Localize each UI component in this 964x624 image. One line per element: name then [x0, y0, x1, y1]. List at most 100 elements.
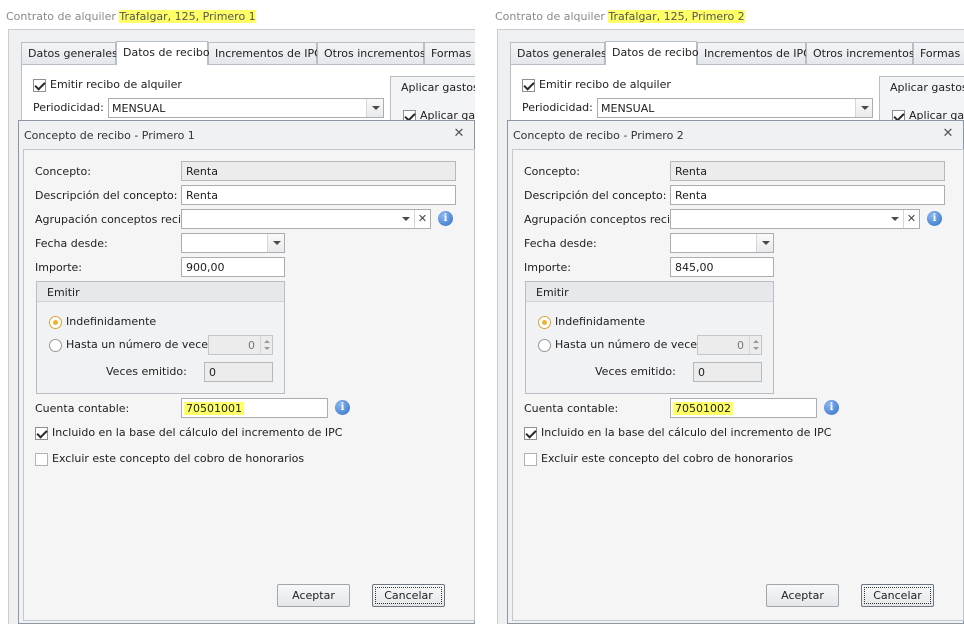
info-icon[interactable]: i [824, 400, 839, 415]
radio-dot[interactable] [49, 315, 62, 329]
veces-emitido-value: 0 [698, 366, 705, 379]
aceptar-button[interactable]: Aceptar [766, 584, 839, 607]
emitir-recibo-checkbox[interactable]: Emitir recibo de alquiler [33, 78, 182, 92]
dialog-title: Concepto de recibo - Primero 1 [24, 129, 195, 142]
emitir-group: Emitir Indefinidamente Hasta un número d… [525, 281, 774, 394]
periodicidad-value: MENSUAL [112, 102, 166, 115]
tab-otros-incrementos[interactable]: Otros incrementos [317, 42, 426, 64]
radio-indefinidamente[interactable]: Indefinidamente [49, 315, 156, 329]
veces-emitido-label: Veces emitido: [106, 365, 187, 378]
cancelar-button[interactable]: Cancelar [861, 584, 934, 607]
periodicidad-dropdown-button[interactable] [855, 99, 872, 117]
cuenta-contable-value: 70501002 [673, 402, 733, 415]
incluido-ipc-checkbox[interactable]: Incluido en la base del cálculo del incr… [524, 426, 831, 440]
periodicidad-value: MENSUAL [601, 102, 655, 115]
dialog-content: Concepto: Renta Descripción del concepto… [512, 149, 964, 621]
descripcion-input[interactable]: Renta [670, 185, 945, 205]
incluido-label: Incluido en la base del cálculo del incr… [541, 426, 832, 439]
tab-formas-de[interactable]: Formas de [913, 42, 964, 64]
clear-x-icon[interactable]: ✕ [903, 210, 919, 228]
cuenta-contable-input[interactable]: 70501002 [670, 398, 817, 418]
chevron-down-icon [372, 106, 380, 110]
stepper-arrows[interactable] [260, 336, 272, 354]
info-icon[interactable]: i [438, 211, 453, 226]
tab-incrementos-ipc[interactable]: Incrementos de IPC [697, 42, 811, 64]
stepper-arrows[interactable] [749, 336, 761, 354]
dialog-content: Concepto: Renta Descripción del concepto… [23, 149, 475, 621]
cuenta-contable-input[interactable]: 70501001 [181, 398, 328, 418]
importe-input[interactable]: 900,00 [181, 257, 285, 277]
importe-value: 845,00 [675, 261, 714, 274]
hasta-stepper[interactable]: 0 [208, 335, 273, 355]
fecha-desde-picker[interactable] [181, 233, 285, 253]
fecha-desde-picker[interactable] [670, 233, 774, 253]
descripcion-input[interactable]: Renta [181, 185, 456, 205]
checkbox-box[interactable] [524, 452, 537, 466]
hasta-label: Hasta un número de veces [555, 338, 703, 351]
radio-hasta-numero[interactable]: Hasta un número de veces [538, 338, 703, 352]
radio-indefinidamente[interactable]: Indefinidamente [538, 315, 645, 329]
window-title: Contrato de alquiler Trafalgar, 125, Pri… [6, 10, 256, 23]
hasta-stepper[interactable]: 0 [697, 335, 762, 355]
radio-hasta-numero[interactable]: Hasta un número de veces [49, 338, 214, 352]
info-icon[interactable]: i [927, 211, 942, 226]
importe-label: Importe: [35, 261, 82, 274]
tab-incrementos-ipc[interactable]: Incrementos de IPC [208, 42, 322, 64]
descripcion-label: Descripción del concepto: [35, 189, 178, 202]
agrupacion-select[interactable]: ✕ [670, 209, 920, 229]
periodicidad-select[interactable]: MENSUAL [597, 98, 873, 118]
close-icon[interactable]: ✕ [452, 127, 466, 141]
cuenta-contable-label: Cuenta contable: [524, 402, 619, 415]
clear-x-icon[interactable]: ✕ [414, 210, 430, 228]
chevron-down-icon [273, 241, 281, 245]
chevron-down-icon [762, 241, 770, 245]
agrupacion-dropdown-button[interactable] [397, 210, 413, 228]
emitir-group-label: Emitir [47, 286, 80, 299]
checkbox-box[interactable] [35, 426, 48, 440]
fecha-desde-label: Fecha desde: [524, 237, 597, 250]
dialog-title: Concepto de recibo - Primero 2 [513, 129, 684, 142]
excluir-honorarios-checkbox[interactable]: Excluir este concepto del cobro de honor… [35, 452, 304, 466]
agrupacion-label: Agrupación conceptos recibo: [35, 213, 199, 226]
concepto-label: Concepto: [524, 165, 580, 178]
fecha-dropdown-button[interactable] [756, 234, 773, 252]
close-icon[interactable]: ✕ [941, 127, 955, 141]
agrupacion-dropdown-button[interactable] [886, 210, 902, 228]
periodicidad-label: Periodicidad: [522, 101, 593, 114]
fecha-dropdown-button[interactable] [267, 234, 284, 252]
window-panel-2: Contrato de alquiler Trafalgar, 125, Pri… [489, 0, 964, 624]
periodicidad-select[interactable]: MENSUAL [108, 98, 384, 118]
radio-dot[interactable] [49, 338, 62, 352]
window-title: Contrato de alquiler Trafalgar, 125, Pri… [495, 10, 745, 23]
emitir-group-header: Emitir [37, 282, 284, 302]
checkbox-box[interactable] [524, 426, 537, 440]
importe-input[interactable]: 845,00 [670, 257, 774, 277]
tab-datos-de-recibo[interactable]: Datos de recibo [116, 41, 210, 65]
aplicar-gastos-panel: Aplicar gastos c Aplicar gast [390, 76, 475, 126]
incluido-label: Incluido en la base del cálculo del incr… [52, 426, 343, 439]
veces-emitido-field: 0 [693, 362, 762, 382]
agrupacion-select[interactable]: ✕ [181, 209, 431, 229]
incluido-ipc-checkbox[interactable]: Incluido en la base del cálculo del incr… [35, 426, 342, 440]
emitir-recibo-checkbox[interactable]: Emitir recibo de alquiler [522, 78, 671, 92]
checkbox-box[interactable] [33, 78, 46, 92]
info-icon[interactable]: i [335, 400, 350, 415]
excluir-honorarios-checkbox[interactable]: Excluir este concepto del cobro de honor… [524, 452, 793, 466]
indefinidamente-label: Indefinidamente [555, 315, 646, 328]
radio-dot[interactable] [538, 338, 551, 352]
tab-datos-generales[interactable]: Datos generales [21, 42, 118, 64]
tab-formas-de[interactable]: Formas de [424, 42, 475, 64]
aceptar-button[interactable]: Aceptar [277, 584, 350, 607]
tab-datos-de-recibo[interactable]: Datos de recibo [605, 41, 699, 65]
window-panel-1: Contrato de alquiler Trafalgar, 125, Pri… [0, 0, 475, 624]
tab-otros-incrementos[interactable]: Otros incrementos [806, 42, 915, 64]
cancelar-button[interactable]: Cancelar [372, 584, 445, 607]
checkbox-box[interactable] [35, 452, 48, 466]
radio-dot[interactable] [538, 315, 551, 329]
excluir-label: Excluir este concepto del cobro de honor… [52, 452, 305, 465]
checkbox-box[interactable] [522, 78, 535, 92]
window-title-property: Trafalgar, 125, Primero 2 [608, 10, 745, 23]
tab-datos-generales[interactable]: Datos generales [510, 42, 607, 64]
periodicidad-dropdown-button[interactable] [366, 99, 383, 117]
window-title-prefix: Contrato de alquiler [495, 10, 605, 23]
